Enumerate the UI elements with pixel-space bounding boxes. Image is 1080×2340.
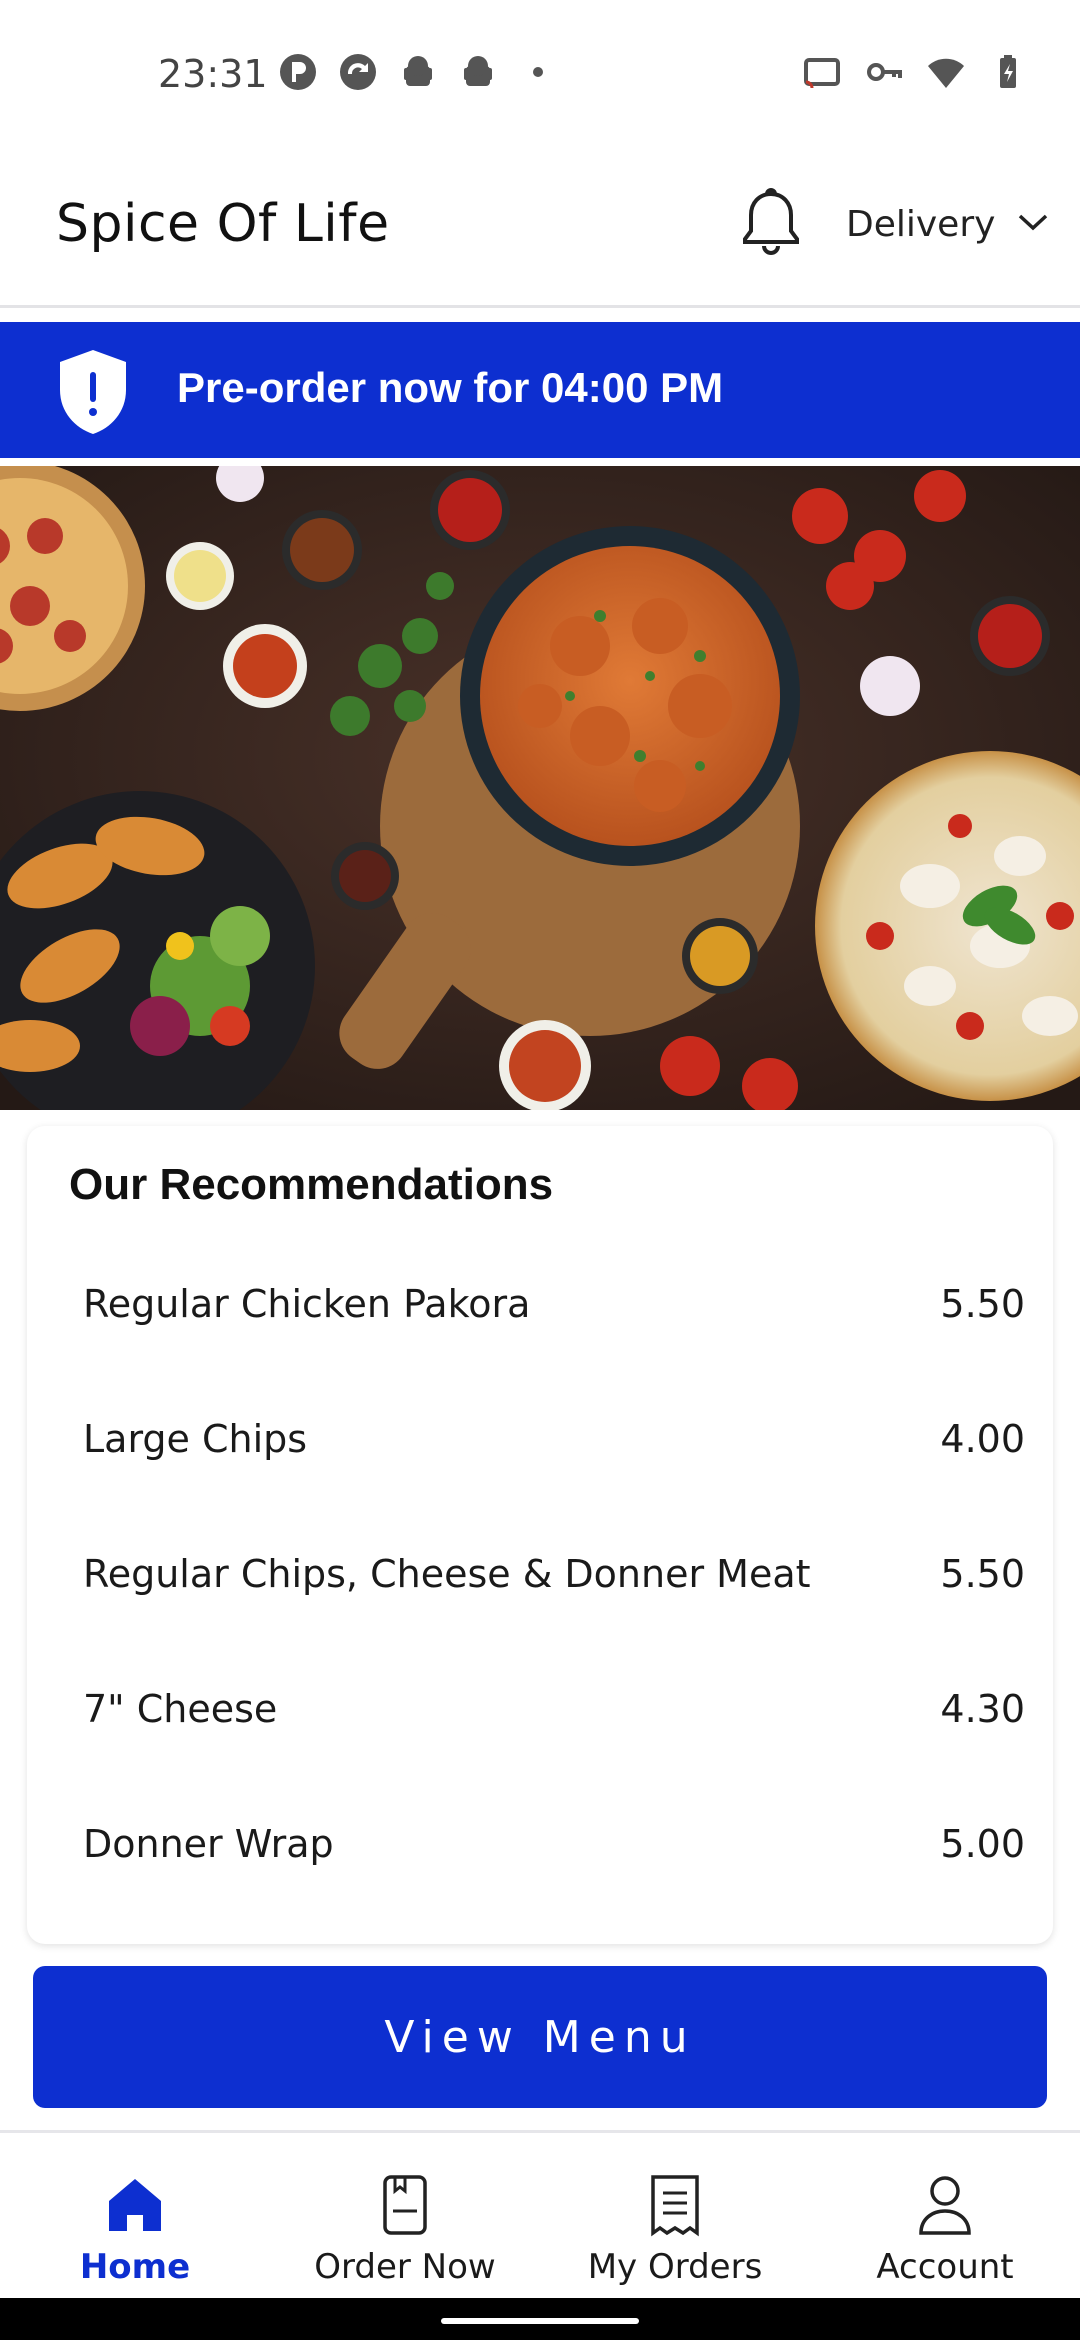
nav-my-orders[interactable]: My Orders: [540, 2133, 810, 2298]
list-item[interactable]: Donner Wrap 5.00: [83, 1776, 1025, 1911]
nav-order-now-label: Order Now: [314, 2247, 496, 2287]
status-bar: 23:31: [0, 0, 1080, 150]
item-name: Large Chips: [83, 1416, 308, 1461]
status-notification-icons: [278, 52, 558, 92]
nav-account[interactable]: Account: [810, 2133, 1080, 2298]
item-name: Regular Chips, Cheese & Donner Meat: [83, 1551, 811, 1596]
nav-my-orders-label: My Orders: [587, 2247, 763, 2287]
dot-icon: [518, 52, 558, 92]
nav-account-label: Account: [876, 2247, 1014, 2287]
gesture-bar: [0, 2298, 1080, 2340]
item-name: 7" Cheese: [83, 1686, 278, 1731]
app-bar: Spice Of Life Delivery: [0, 150, 1080, 308]
delivery-dropdown[interactable]: Delivery: [846, 204, 1049, 245]
nav-order-now[interactable]: Order Now: [270, 2133, 540, 2298]
preorder-banner[interactable]: Pre-order now for 04:00 PM: [0, 322, 1080, 458]
shield-alert-icon: [56, 348, 130, 436]
order-book-icon: [375, 2173, 435, 2237]
bell-icon[interactable]: [740, 186, 802, 260]
bottom-nav: Home Order Now My Orders Account: [0, 2130, 1080, 2298]
status-system-icons: [802, 52, 1028, 92]
list-item[interactable]: 7" Cheese 4.30: [83, 1641, 1025, 1776]
list-item[interactable]: Regular Chicken Pakora 5.50: [83, 1236, 1025, 1371]
android-icon: [398, 52, 438, 92]
app-title: Spice Of Life: [56, 194, 390, 254]
nav-home[interactable]: Home: [0, 2133, 270, 2298]
battery-charging-icon: [988, 52, 1028, 92]
list-item[interactable]: Regular Chips, Cheese & Donner Meat 5.50: [83, 1506, 1025, 1641]
item-price: 5.00: [940, 1821, 1025, 1866]
vpn-key-icon: [864, 52, 904, 92]
item-price: 5.50: [940, 1281, 1025, 1326]
view-menu-button[interactable]: View Menu: [33, 1966, 1047, 2108]
cast-icon: [802, 52, 842, 92]
item-price: 5.50: [940, 1551, 1025, 1596]
recommendations-title: Our Recommendations: [69, 1160, 554, 1209]
delivery-label: Delivery: [846, 204, 996, 245]
person-icon: [915, 2173, 975, 2237]
receipt-icon: [645, 2173, 705, 2237]
item-name: Regular Chicken Pakora: [83, 1281, 531, 1326]
recommendations-list: Regular Chicken Pakora 5.50 Large Chips …: [83, 1236, 1025, 1911]
home-icon: [105, 2173, 165, 2237]
preorder-text: Pre-order now for 04:00 PM: [177, 364, 724, 411]
hero-food-image: [0, 466, 1080, 1110]
p-app-icon: [278, 52, 318, 92]
item-price: 4.30: [940, 1686, 1025, 1731]
list-item[interactable]: Large Chips 4.00: [83, 1371, 1025, 1506]
wifi-icon: [926, 52, 966, 92]
recommendations-card: Our Recommendations Regular Chicken Pako…: [27, 1126, 1053, 1944]
item-price: 4.00: [940, 1416, 1025, 1461]
sync-icon: [338, 52, 378, 92]
item-name: Donner Wrap: [83, 1821, 334, 1866]
nav-home-label: Home: [79, 2247, 191, 2287]
chevron-down-icon: [1017, 212, 1049, 237]
status-time: 23:31: [158, 52, 268, 96]
android-icon: [458, 52, 498, 92]
home-gesture-handle[interactable]: [441, 2318, 639, 2324]
